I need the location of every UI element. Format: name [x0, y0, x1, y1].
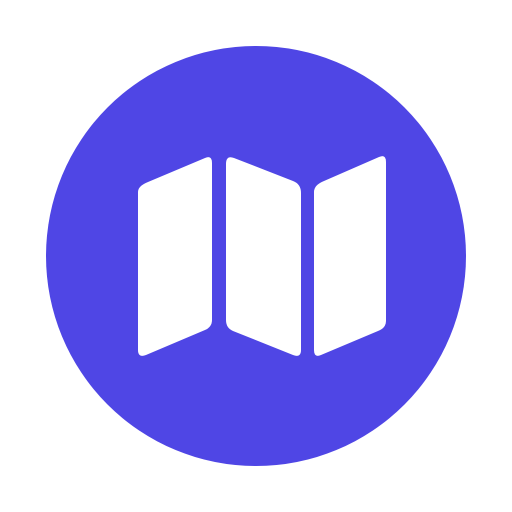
app-icon-canvas [0, 0, 512, 512]
folded-map-icon [138, 156, 386, 356]
map-panel-right [314, 156, 386, 356]
map-panel-left [138, 157, 212, 356]
app-icon [46, 46, 466, 466]
map-panel-middle [226, 157, 301, 356]
